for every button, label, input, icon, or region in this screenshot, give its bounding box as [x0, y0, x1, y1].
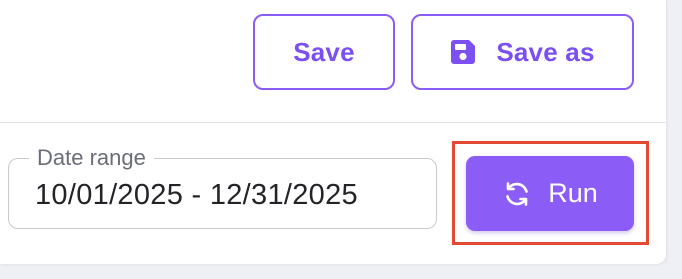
run-button-label: Run	[548, 178, 598, 208]
date-range-value[interactable]: 10/01/2025 - 12/31/2025	[35, 178, 358, 212]
date-range-field[interactable]: Date range 10/01/2025 - 12/31/2025	[8, 145, 437, 229]
report-panel: Save Save as Date range 10/01/2025 - 12/…	[0, 0, 666, 264]
date-range-label: Date range	[29, 145, 154, 171]
save-as-button-label: Save as	[496, 36, 595, 67]
save-button[interactable]: Save	[253, 14, 395, 90]
floppy-disk-icon	[450, 39, 476, 65]
panel-border	[666, 0, 667, 264]
run-button[interactable]: Run	[466, 156, 634, 231]
refresh-icon	[502, 179, 532, 209]
section-divider	[0, 122, 666, 123]
save-as-button[interactable]: Save as	[411, 14, 634, 90]
save-button-label: Save	[293, 36, 355, 67]
